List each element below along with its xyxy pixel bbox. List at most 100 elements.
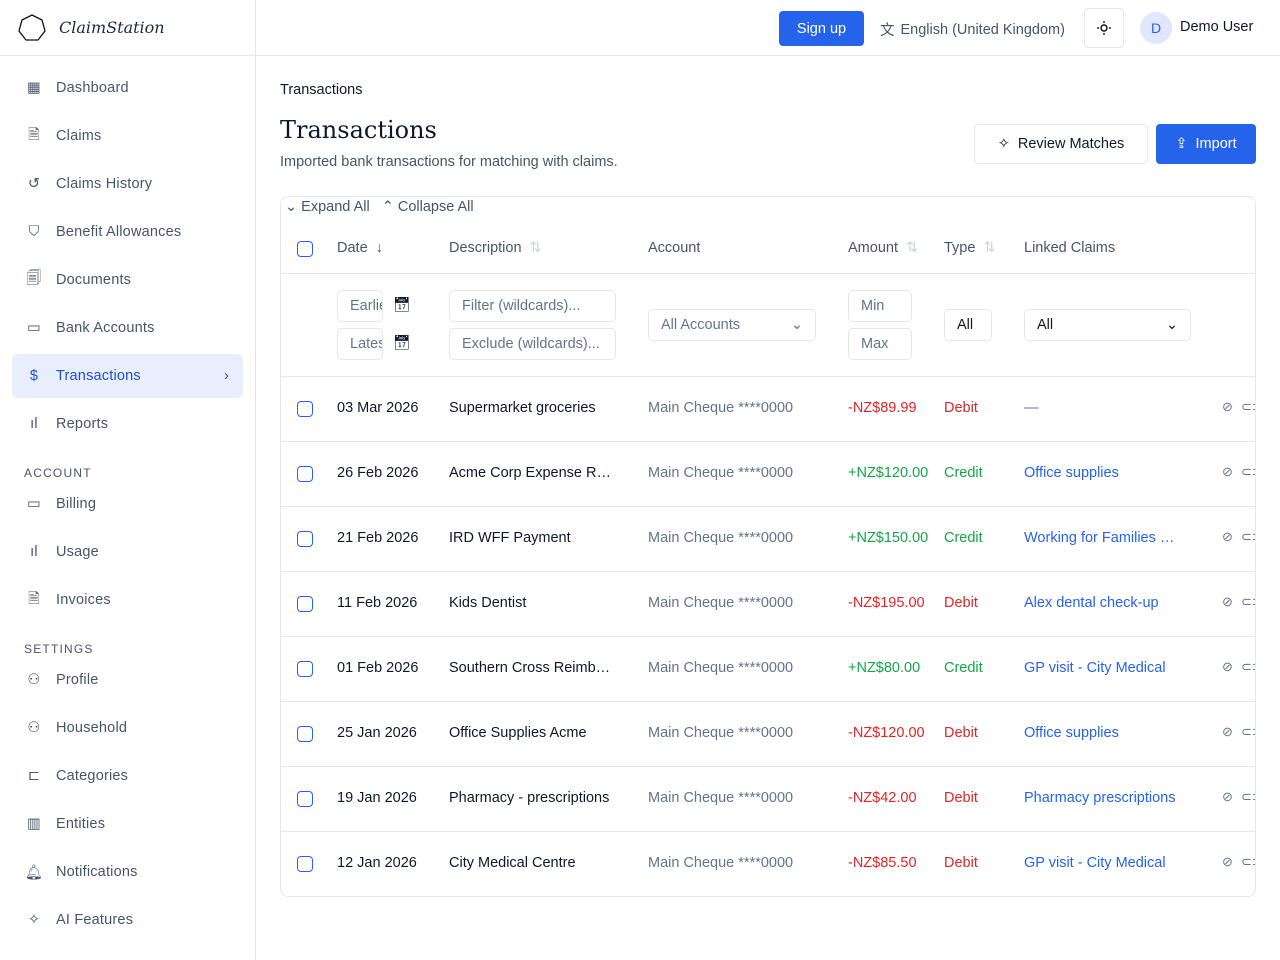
row-checkbox[interactable] [297, 661, 313, 677]
sidebar-item-claims-history[interactable]: ↺ Claims History [12, 162, 243, 206]
type-select[interactable]: All [944, 309, 992, 341]
link-icon[interactable]: ⊂⊃ [1241, 464, 1255, 480]
sidebar-item-invoices[interactable]: 🗎 Invoices [12, 578, 243, 622]
sidebar-item-label: Bank Accounts [56, 320, 155, 336]
header-type: Type [944, 240, 976, 256]
sidebar-item-household[interactable]: ⚇ Household [12, 706, 243, 750]
ignore-icon[interactable]: ⊘ [1222, 529, 1233, 545]
earliest-date-input[interactable]: Earliest [337, 290, 383, 322]
arrow-down-icon: ↓ [375, 240, 383, 256]
dashboard-icon: ▦ [27, 80, 41, 96]
link-icon[interactable]: ⊂⊃ [1241, 594, 1255, 610]
import-button[interactable]: ⇪ Import [1156, 124, 1256, 164]
avatar[interactable]: D [1140, 12, 1172, 44]
amount-max-input[interactable]: Max [848, 328, 912, 360]
sidebar-item-entities[interactable]: ▥ Entities [12, 802, 243, 846]
row-checkbox[interactable] [297, 466, 313, 482]
breadcrumb[interactable]: Transactions [280, 82, 362, 98]
sidebar-item-billing[interactable]: ▭ Billing [12, 482, 243, 526]
description-exclude-input[interactable]: Exclude (wildcards)... [449, 328, 616, 360]
file-icon: 🗎 [28, 126, 40, 143]
table-row[interactable]: 11 Feb 2026 Kids Dentist Main Cheque ***… [281, 572, 1255, 637]
language-selector[interactable]: 文 English (United Kingdom) [880, 19, 1065, 40]
ignore-icon[interactable]: ⊘ [1222, 854, 1233, 870]
ignore-icon[interactable]: ⊘ [1222, 594, 1233, 610]
description-filter-input[interactable]: Filter (wildcards)... [449, 290, 616, 322]
sort-type[interactable]: Type ⇅ [944, 240, 996, 256]
ignore-icon[interactable]: ⊘ [1222, 659, 1233, 675]
row-checkbox[interactable] [297, 726, 313, 742]
cell-linked-claim[interactable]: Pharmacy prescriptions [1024, 790, 1176, 806]
table-row[interactable]: 12 Jan 2026 City Medical Centre Main Che… [281, 832, 1255, 896]
user-name[interactable]: Demo User [1180, 19, 1253, 35]
sidebar-item-label: Transactions [56, 368, 141, 384]
link-icon[interactable]: ⊂⊃ [1241, 529, 1255, 545]
sidebar-item-bank-accounts[interactable]: ▭ Bank Accounts [12, 306, 243, 350]
calendar-icon[interactable]: 📅︎ [393, 296, 411, 313]
cell-linked-claim[interactable]: GP visit - City Medical [1024, 660, 1176, 676]
review-matches-button[interactable]: ✧ Review Matches [974, 124, 1148, 164]
cell-date: 25 Jan 2026 [337, 725, 417, 741]
sidebar-item-label: Benefit Allowances [56, 224, 182, 240]
calendar-icon[interactable]: 📅︎ [393, 334, 411, 351]
linked-claims-select[interactable]: All ⌄ [1024, 309, 1191, 341]
row-checkbox[interactable] [297, 531, 313, 547]
dollar-icon: $ [29, 368, 39, 384]
sidebar-item-dashboard[interactable]: ▦ Dashboard [12, 66, 243, 110]
table-row[interactable]: 19 Jan 2026 Pharmacy - prescriptions Mai… [281, 767, 1255, 832]
sort-description[interactable]: Description ⇅ [449, 240, 542, 256]
sort-date[interactable]: Date ↓ [337, 240, 383, 256]
cell-type: Credit [944, 465, 983, 481]
sidebar-item-documents[interactable]: 🗐 Documents [12, 258, 243, 302]
cell-linked-claim[interactable]: Alex dental check-up [1024, 595, 1176, 611]
sidebar-item-usage[interactable]: ıl Usage [12, 530, 243, 574]
latest-date-input[interactable]: Latest [337, 328, 383, 360]
cell-date: 21 Feb 2026 [337, 530, 419, 546]
cell-linked-claim[interactable]: GP visit - City Medical [1024, 855, 1176, 871]
ignore-icon[interactable]: ⊘ [1222, 399, 1233, 415]
sort-amount[interactable]: Amount ⇅ [848, 240, 918, 256]
sidebar-item-notifications[interactable]: 🔔︎ Notifications [12, 850, 243, 894]
ignore-icon[interactable]: ⊘ [1222, 789, 1233, 805]
sidebar-item-claims[interactable]: 🗎 Claims [12, 114, 243, 158]
table-row[interactable]: 01 Feb 2026 Southern Cross Reimbursement… [281, 637, 1255, 702]
row-checkbox[interactable] [297, 791, 313, 807]
select-all-checkbox[interactable] [297, 241, 313, 257]
table-row[interactable]: 03 Mar 2026 Supermarket groceries Main C… [281, 377, 1255, 442]
cell-date: 26 Feb 2026 [337, 465, 419, 481]
link-icon[interactable]: ⊂⊃ [1241, 789, 1255, 805]
sidebar-item-benefit-allowances[interactable]: ⛉ Benefit Allowances [12, 210, 243, 254]
link-icon[interactable]: ⊂⊃ [1241, 724, 1255, 740]
upload-icon: ⇪ [1175, 136, 1188, 152]
table-row[interactable]: 25 Jan 2026 Office Supplies Acme Main Ch… [281, 702, 1255, 767]
review-label: Review Matches [1017, 136, 1125, 152]
cell-linked-claim[interactable]: Office supplies [1024, 725, 1176, 741]
sidebar-item-categories[interactable]: ⊏ Categories [12, 754, 243, 798]
theme-toggle-button[interactable] [1084, 8, 1124, 48]
usage-icon: ıl [30, 544, 38, 560]
cell-linked-claim[interactable]: Office supplies [1024, 465, 1176, 481]
sign-up-button[interactable]: Sign up [779, 11, 864, 46]
logo[interactable]: ClaimStation [0, 0, 255, 56]
chevron-right-icon: › [223, 368, 229, 384]
row-checkbox[interactable] [297, 856, 313, 872]
sidebar-item-label: Reports [56, 416, 109, 432]
amount-min-input[interactable]: Min [848, 290, 912, 322]
table-row[interactable]: 21 Feb 2026 IRD WFF Payment Main Cheque … [281, 507, 1255, 572]
account-select[interactable]: All Accounts ⌄ [648, 309, 816, 341]
row-checkbox[interactable] [297, 401, 313, 417]
link-icon[interactable]: ⊂⊃ [1241, 399, 1255, 415]
page-title: Transactions [280, 116, 437, 144]
ignore-icon[interactable]: ⊘ [1222, 724, 1233, 740]
link-icon[interactable]: ⊂⊃ [1241, 854, 1255, 870]
link-icon[interactable]: ⊂⊃ [1241, 659, 1255, 675]
sidebar-item-ai-features[interactable]: ✧ AI Features [12, 898, 243, 942]
sidebar-item-transactions[interactable]: $ Transactions › [12, 354, 243, 398]
row-checkbox[interactable] [297, 596, 313, 612]
ignore-icon[interactable]: ⊘ [1222, 464, 1233, 480]
sidebar-item-reports[interactable]: ıl Reports [12, 402, 243, 446]
transactions-table: ⌄ Expand All ⌃ Collapse All Date ↓ Descript… [280, 196, 1256, 897]
cell-linked-claim[interactable]: Working for Families payment [1024, 530, 1176, 546]
table-row[interactable]: 26 Feb 2026 Acme Corp Expense Reimbursem… [281, 442, 1255, 507]
sidebar-item-profile[interactable]: ⚇ Profile [12, 658, 243, 702]
